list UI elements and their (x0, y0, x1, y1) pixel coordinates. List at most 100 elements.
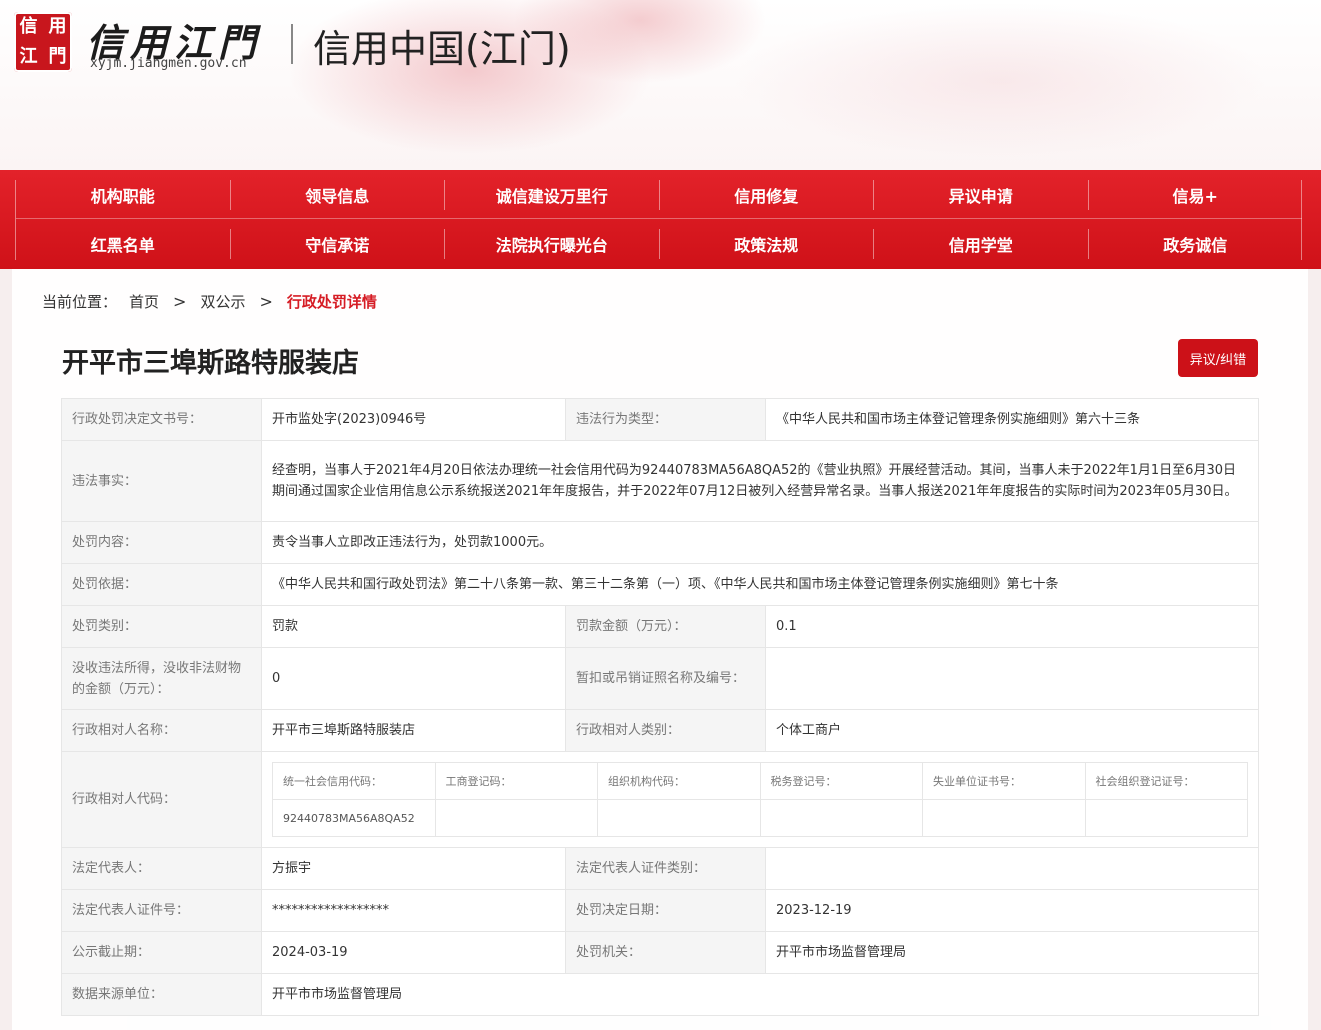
field-label: 公示截止期： (61, 931, 262, 974)
field-label: 法定代表人： (61, 847, 262, 890)
code-header: 组织机构代码： (597, 762, 761, 800)
code-header: 失业单位证书号： (922, 762, 1086, 800)
field-label: 行政相对人类别： (565, 709, 766, 752)
nav-item-credit-school[interactable]: 信用学堂 (874, 229, 1089, 259)
seal-char: 江 (19, 46, 38, 67)
nav-item-credit-repair[interactable]: 信用修复 (660, 180, 874, 210)
breadcrumb-label: 当前位置： (42, 293, 118, 311)
code-value (434, 799, 598, 837)
code-value (922, 799, 1086, 837)
nav-item-xinyi-plus[interactable]: 信易+ (1089, 180, 1303, 210)
field-label: 处罚机关： (565, 931, 766, 974)
violation-type-value: 《中华人民共和国市场主体登记管理条例实施细则》第六十三条 (765, 398, 1259, 441)
field-label: 没收违法所得，没收非法财物的金额（万元）： (61, 647, 262, 710)
confiscated-amount-value: 0 (261, 647, 566, 710)
code-header: 税务登记号： (759, 762, 923, 800)
license-value (765, 647, 1259, 710)
code-header: 社会组织登记证号： (1084, 762, 1248, 800)
seal-char: 信 (19, 16, 38, 37)
entity-title: 开平市三埠斯路特服装店 (62, 348, 359, 379)
code-header: 工商登记码： (434, 762, 598, 800)
authority-value: 开平市市场监督管理局 (765, 931, 1259, 974)
breadcrumb-separator: > (259, 292, 273, 311)
site-logo-seal[interactable]: 信 用 江 門 (14, 12, 72, 72)
field-label: 数据来源单位： (61, 973, 262, 1016)
table-row: 违法事实： 经查明，当事人于2021年4月20日依法办理统一社会信用代码为924… (61, 440, 1259, 522)
code-value (597, 799, 761, 837)
fine-amount-value: 0.1 (765, 605, 1259, 648)
penalty-content-value: 责令当事人立即改正违法行为，处罚款1000元。 (261, 521, 1259, 564)
seal-char: 用 (48, 16, 67, 37)
nav-item-dispute[interactable]: 异议申请 (874, 180, 1089, 210)
decision-number-value: 开市监处字(2023)0946号 (261, 398, 566, 441)
nav-item-institution[interactable]: 机构职能 (16, 180, 231, 210)
penalty-detail-table: 行政处罚决定文书号： 开市监处字(2023)0946号 违法行为类型： 《中华人… (61, 398, 1259, 1016)
table-row: 处罚类别： 罚款 罚款金额（万元）： 0.1 (61, 605, 1259, 648)
legal-rep-id-type-value (765, 847, 1259, 890)
table-row: 公示截止期： 2024-03-19 处罚机关： 开平市市场监督管理局 (61, 931, 1259, 974)
breadcrumb-home-link[interactable]: 首页 (129, 291, 159, 312)
penalty-basis-value: 《中华人民共和国行政处罚法》第二十八条第一款、第三十二条第（一）项、《中华人民共… (261, 563, 1259, 606)
party-name-value: 开平市三埠斯路特服装店 (261, 709, 566, 752)
nav-row-1: 机构职能 领导信息 诚信建设万里行 信用修复 异议申请 信易+ (16, 170, 1302, 219)
field-label: 处罚决定日期： (565, 889, 766, 932)
nav-item-court-exposure[interactable]: 法院执行曝光台 (445, 229, 660, 259)
breadcrumb-dual-publicity-link[interactable]: 双公示 (200, 291, 245, 312)
publicity-end-value: 2024-03-19 (261, 931, 566, 974)
field-label: 违法行为类型： (565, 398, 766, 441)
data-source-value: 开平市市场监督管理局 (261, 973, 1259, 1016)
field-label: 行政相对人名称： (61, 709, 262, 752)
table-row: 行政处罚决定文书号： 开市监处字(2023)0946号 违法行为类型： 《中华人… (61, 398, 1259, 441)
code-value (1084, 799, 1248, 837)
table-row: 法定代表人证件号： ****************** 处罚决定日期： 202… (61, 889, 1259, 932)
party-codes-cell: 统一社会信用代码： 工商登记码： 组织机构代码： 税务登记号： 失业单位证书号：… (261, 751, 1259, 848)
field-label: 罚款金额（万元）： (565, 605, 766, 648)
header-banner: 信 用 江 門 信用江門 xyjm.jiangmen.gov.cn 信用中国(江… (0, 0, 1321, 170)
field-label: 暂扣或吊销证照名称及编号： (565, 647, 766, 710)
field-label: 处罚类别： (61, 605, 262, 648)
table-row: 92440783MA56A8QA52 (272, 799, 1248, 837)
nav-item-gov-integrity[interactable]: 政务诚信 (1089, 229, 1303, 259)
breadcrumb-current: 行政处罚详情 (286, 293, 377, 311)
content-panel: 当前位置： 首页 > 双公示 > 行政处罚详情 开平市三埠斯路特服装店 异议/纠… (12, 269, 1308, 1030)
code-value (759, 799, 923, 837)
violation-facts-value: 经查明，当事人于2021年4月20日依法办理统一社会信用代码为92440783M… (261, 440, 1259, 522)
table-row: 数据来源单位： 开平市市场监督管理局 (61, 973, 1259, 1016)
nav-item-leaders[interactable]: 领导信息 (231, 180, 445, 210)
party-codes-table: 统一社会信用代码： 工商登记码： 组织机构代码： 税务登记号： 失业单位证书号：… (272, 762, 1248, 837)
table-row: 没收违法所得，没收非法财物的金额（万元）： 0 暂扣或吊销证照名称及编号： (61, 647, 1259, 710)
breadcrumb: 当前位置： 首页 > 双公示 > 行政处罚详情 (42, 291, 377, 312)
field-label: 行政处罚决定文书号： (61, 398, 262, 441)
nav-item-policy[interactable]: 政策法规 (660, 229, 874, 259)
seal-char: 門 (48, 46, 67, 67)
code-header: 统一社会信用代码： (272, 762, 436, 800)
table-row: 行政相对人代码： 统一社会信用代码： 工商登记码： 组织机构代码： 税务登记号：… (61, 751, 1259, 848)
breadcrumb-separator: > (173, 292, 187, 311)
main-nav: 机构职能 领导信息 诚信建设万里行 信用修复 异议申请 信易+ 红黑名单 守信承… (0, 170, 1321, 269)
table-row: 处罚内容： 责令当事人立即改正违法行为，处罚款1000元。 (61, 521, 1259, 564)
legal-rep-id-value: ****************** (261, 889, 566, 932)
decision-date-value: 2023-12-19 (765, 889, 1259, 932)
table-row: 法定代表人： 方振宇 法定代表人证件类别： (61, 847, 1259, 890)
code-value: 92440783MA56A8QA52 (272, 799, 436, 837)
field-label: 处罚依据： (61, 563, 262, 606)
penalty-category-value: 罚款 (261, 605, 566, 648)
nav-item-commitment[interactable]: 守信承诺 (231, 229, 445, 259)
dispute-correction-button[interactable]: 异议/纠错 (1178, 339, 1258, 377)
field-label: 法定代表人证件号： (61, 889, 262, 932)
field-label: 法定代表人证件类别： (565, 847, 766, 890)
legal-rep-value: 方振宇 (261, 847, 566, 890)
nav-item-red-black-list[interactable]: 红黑名单 (16, 229, 231, 259)
nav-row-2: 红黑名单 守信承诺 法院执行曝光台 政策法规 信用学堂 政务诚信 (16, 219, 1302, 269)
table-row: 统一社会信用代码： 工商登记码： 组织机构代码： 税务登记号： 失业单位证书号：… (272, 762, 1248, 800)
field-label: 违法事实： (61, 440, 262, 522)
nav-item-integrity-campaign[interactable]: 诚信建设万里行 (445, 180, 660, 210)
party-type-value: 个体工商户 (765, 709, 1259, 752)
field-label: 行政相对人代码： (61, 751, 262, 848)
table-row: 行政相对人名称： 开平市三埠斯路特服装店 行政相对人类别： 个体工商户 (61, 709, 1259, 752)
logo-domain: xyjm.jiangmen.gov.cn (90, 56, 247, 71)
site-title: 信用中国(江门) (313, 27, 571, 71)
table-row: 处罚依据： 《中华人民共和国行政处罚法》第二十八条第一款、第三十二条第（一）项、… (61, 563, 1259, 606)
header-divider (291, 24, 293, 64)
field-label: 处罚内容： (61, 521, 262, 564)
